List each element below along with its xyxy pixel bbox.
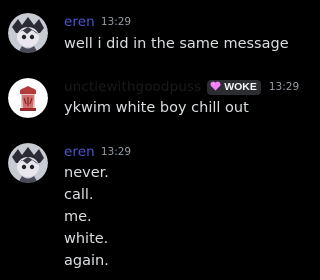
message-text: well i did in the same message [64, 36, 289, 52]
message-header: eren 13:29 [64, 143, 131, 161]
message-text: ykwim white boy chill out [64, 100, 249, 116]
username[interactable]: eren [64, 144, 95, 160]
timestamp[interactable]: 13:29 [101, 16, 131, 28]
username[interactable]: eren [64, 14, 95, 30]
timestamp[interactable]: 13:29 [269, 81, 299, 93]
message-text-line: never. [64, 165, 109, 181]
username[interactable]: unctiewithgoodpuss [64, 79, 201, 95]
message-header: unctiewithgoodpuss WOKE 13:29 [64, 78, 299, 96]
timestamp[interactable]: 13:29 [101, 146, 131, 158]
message-group: unctiewithgoodpuss WOKE 13:29 ykwim whit… [0, 74, 314, 124]
message-text-line: me. [64, 209, 92, 225]
role-tag-label: WOKE [224, 81, 257, 93]
avatar[interactable] [8, 143, 48, 183]
message-text-line: again. [64, 253, 109, 269]
message-group: eren 13:29 well i did in the same messag… [0, 0, 314, 60]
heart-icon [210, 81, 221, 94]
avatar-image [8, 13, 48, 53]
message-content: never. call. me. white. again. [64, 162, 109, 272]
avatar[interactable] [8, 13, 48, 53]
avatar[interactable] [8, 78, 48, 118]
avatar-image [8, 78, 48, 118]
role-tag[interactable]: WOKE [207, 79, 261, 95]
message-header: eren 13:29 [64, 13, 131, 31]
message-text-line: call. [64, 187, 94, 203]
message-text-line: white. [64, 231, 109, 247]
message-content: ykwim white boy chill out [64, 97, 249, 119]
avatar-image [8, 143, 48, 183]
message-content: well i did in the same message [64, 33, 289, 55]
message-group: eren 13:29 never. call. me. white. again… [0, 136, 314, 280]
